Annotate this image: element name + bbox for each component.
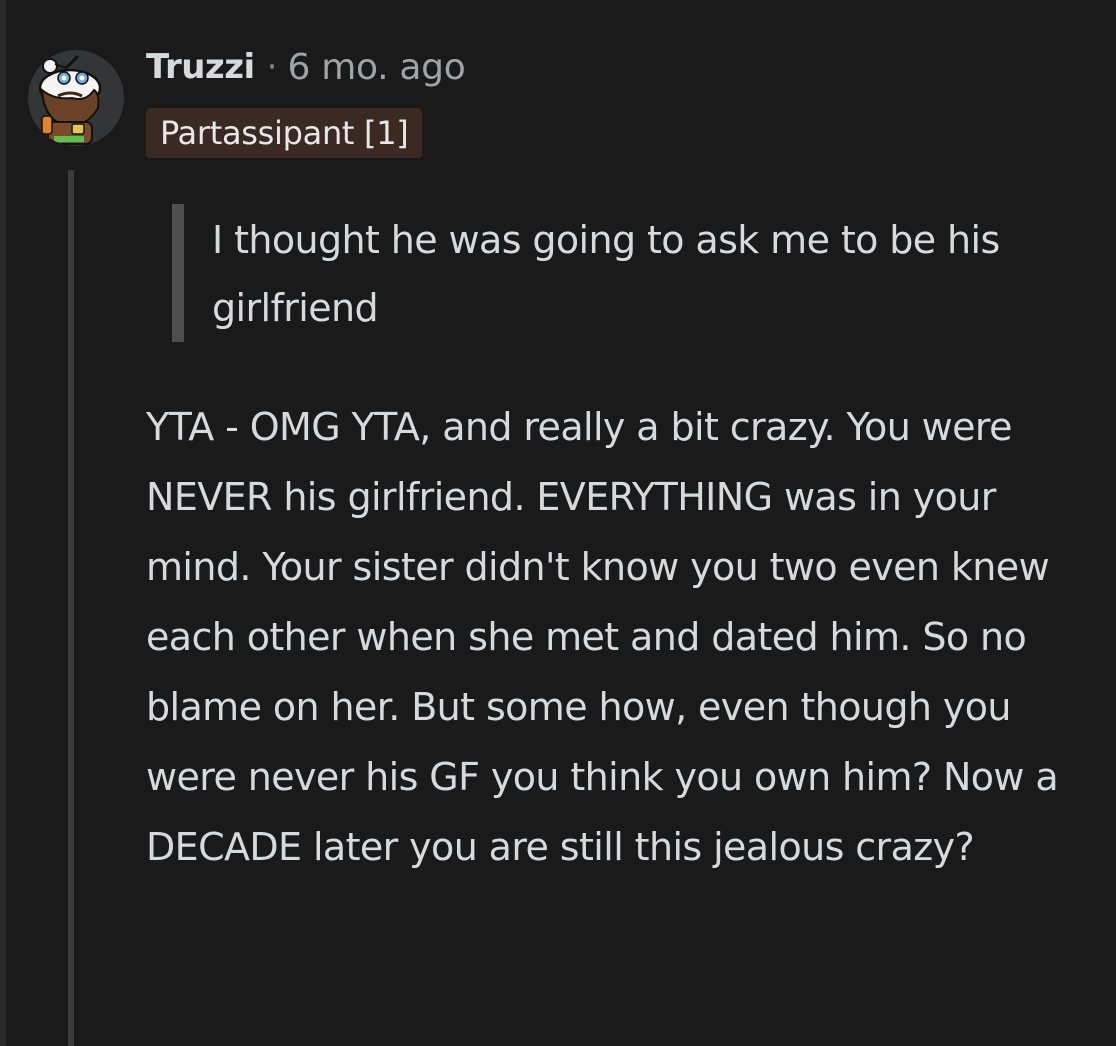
meta-separator: · — [266, 47, 278, 87]
blockquote-text: I thought he was going to ask me to be h… — [212, 218, 1000, 330]
comment-header: Truzzi · 6 mo. ago — [146, 42, 466, 92]
author-name[interactable]: Truzzi — [146, 47, 255, 87]
comment-timestamp[interactable]: 6 mo. ago — [287, 47, 465, 88]
blockquote-bar — [172, 204, 184, 342]
avatar[interactable] — [28, 50, 124, 146]
user-flair: Partassipant [1] — [146, 108, 423, 158]
snoo-avatar-icon — [28, 50, 124, 146]
comment: Truzzi · 6 mo. ago Partassipant [1] I th… — [0, 0, 1116, 1046]
blockquote: I thought he was going to ask me to be h… — [172, 204, 1072, 342]
comment-body: YTA - OMG YTA, and really a bit crazy. Y… — [146, 405, 1059, 869]
left-edge-border — [0, 0, 6, 1046]
thread-line[interactable] — [68, 170, 74, 1046]
